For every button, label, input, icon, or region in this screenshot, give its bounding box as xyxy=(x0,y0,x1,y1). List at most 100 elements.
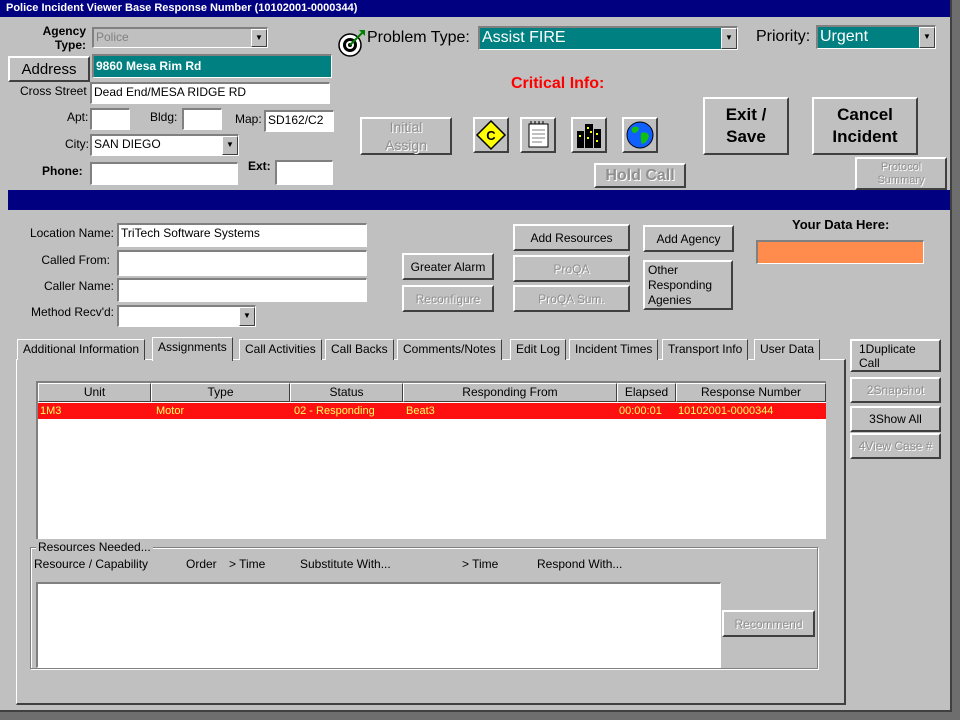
proqa-button[interactable]: ProQA xyxy=(513,255,630,282)
cell-type: Motor xyxy=(156,405,185,417)
exit-save-line1: Exit / xyxy=(725,105,767,124)
tab-call-activities[interactable]: Call Activities xyxy=(239,339,322,360)
apt-field[interactable] xyxy=(90,108,130,130)
problem-type-label: Problem Type: xyxy=(367,29,470,46)
tab-edit-log[interactable]: Edit Log xyxy=(510,339,567,360)
duplicate-call-button[interactable]: 1Duplicate Call xyxy=(850,339,941,372)
cell-responding-from: Beat3 xyxy=(406,405,435,417)
tab-incident-times[interactable]: Incident Times xyxy=(569,339,659,360)
tab-assignments[interactable]: Assignments xyxy=(152,337,233,361)
priority-value: Urgent xyxy=(820,28,869,45)
cross-street-field[interactable]: Dead End/MESA RIDGE RD xyxy=(90,82,330,104)
location-name-label: Location Name: xyxy=(29,226,114,240)
tab-additional-information[interactable]: Additional Information xyxy=(17,339,146,360)
chevron-down-icon[interactable]: ▼ xyxy=(239,307,255,326)
other-responding-line3: Agenies xyxy=(648,292,692,307)
city-select[interactable]: SAN DIEGO ▼ xyxy=(90,134,239,156)
cancel-incident-button[interactable]: Cancel Incident xyxy=(812,97,918,155)
initial-assign-line1: Initial xyxy=(389,119,423,135)
duplicate-line2: Call xyxy=(859,355,880,370)
phone-field[interactable] xyxy=(90,162,238,185)
called-from-field[interactable] xyxy=(117,250,367,276)
city-value: SAN DIEGO xyxy=(94,137,161,151)
show-all-button[interactable]: 3Show All xyxy=(850,406,941,432)
bldg-label: Bldg: xyxy=(150,110,178,124)
proqa-sum-button[interactable]: ProQA Sum. xyxy=(513,285,630,312)
column-header-responding-from[interactable]: Responding From xyxy=(403,383,617,402)
view-case-button[interactable]: 4View Case # xyxy=(850,433,941,459)
location-name-field[interactable]: TriTech Software Systems xyxy=(117,223,367,247)
table-row[interactable]: 1M3 Motor 02 - Responding Beat3 00:00:01… xyxy=(38,403,826,419)
column-header-status[interactable]: Status xyxy=(290,383,403,402)
caller-name-field[interactable] xyxy=(117,278,367,302)
bldg-field[interactable] xyxy=(182,108,222,130)
svg-text:C: C xyxy=(486,128,496,143)
priority-select[interactable]: Urgent ▼ xyxy=(816,25,936,49)
time-header-1: > Time xyxy=(229,557,266,571)
add-resources-button[interactable]: Add Resources xyxy=(513,224,630,251)
resources-needed-title: Resources Needed... xyxy=(36,540,153,554)
respond-with-header: Respond With... xyxy=(537,557,623,571)
ext-field[interactable] xyxy=(275,160,333,185)
order-header: Order xyxy=(186,557,217,571)
other-responding-line2: Responding xyxy=(648,277,713,292)
column-header-response-number[interactable]: Response Number xyxy=(676,383,826,402)
reconfigure-button[interactable]: Reconfigure xyxy=(402,285,494,312)
greater-alarm-button[interactable]: Greater Alarm xyxy=(402,253,494,280)
exit-save-button[interactable]: Exit / Save xyxy=(703,97,789,155)
address-button[interactable]: Address xyxy=(8,56,90,82)
apt-label: Apt: xyxy=(67,110,89,124)
column-header-unit[interactable]: Unit xyxy=(38,383,151,402)
snapshot-button[interactable]: 2Snapshot xyxy=(850,377,941,403)
premise-button[interactable] xyxy=(571,117,607,153)
problem-type-value: Assist FIRE xyxy=(482,29,566,46)
tab-user-data[interactable]: User Data xyxy=(754,339,821,360)
column-header-elapsed[interactable]: Elapsed xyxy=(617,383,676,402)
cell-status: 02 - Responding xyxy=(294,405,375,417)
incident-viewer-window: Police Incident Viewer Base Response Num… xyxy=(0,0,952,712)
section-divider xyxy=(8,190,950,210)
cross-street-label: Cross Street xyxy=(20,84,87,98)
called-from-label: Called From: xyxy=(41,253,110,267)
tab-transport-info[interactable]: Transport Info xyxy=(662,339,749,360)
your-data-label: Your Data Here: xyxy=(792,217,890,232)
map-lookup-button[interactable] xyxy=(622,117,658,153)
protocol-summary-line1: Protocol xyxy=(880,160,922,173)
cancel-incident-line2: Incident xyxy=(832,127,898,146)
agency-type-select[interactable]: Police ▼ xyxy=(92,27,268,48)
chevron-down-icon[interactable]: ▼ xyxy=(919,27,935,48)
exit-save-line2: Save xyxy=(726,127,766,146)
caution-c-diamond-icon: C xyxy=(475,119,507,151)
tab-comments-notes[interactable]: Comments/Notes xyxy=(397,339,502,360)
your-data-field[interactable] xyxy=(756,240,924,264)
cell-elapsed: 00:00:01 xyxy=(619,405,662,417)
map-field[interactable]: SD162/C2 xyxy=(264,110,334,132)
tab-call-backs[interactable]: Call Backs xyxy=(325,339,394,360)
resources-list[interactable] xyxy=(36,582,721,668)
notepad-icon xyxy=(528,121,549,148)
resource-capability-header: Resource / Capability xyxy=(34,557,149,571)
target-dart-icon xyxy=(338,30,365,57)
recommend-button[interactable]: Recommend xyxy=(722,610,815,637)
initial-assign-button[interactable]: Initial Assign xyxy=(360,117,452,155)
notes-button[interactable] xyxy=(520,117,556,153)
other-responding-line1: Other xyxy=(648,262,679,277)
chevron-down-icon[interactable]: ▼ xyxy=(251,29,267,47)
hold-call-button[interactable]: Hold Call xyxy=(594,163,686,188)
priority-label: Priority: xyxy=(756,28,811,45)
agency-type-label: Agency Type: xyxy=(42,24,86,52)
problem-type-select[interactable]: Assist FIRE ▼ xyxy=(478,26,738,50)
address-field[interactable]: 9860 Mesa Rim Rd xyxy=(92,54,332,78)
other-responding-agencies-button[interactable]: Other Responding Agenies xyxy=(643,260,733,310)
add-agency-button[interactable]: Add Agency xyxy=(643,225,734,252)
protocol-summary-button[interactable]: Protocol Summary xyxy=(855,157,947,190)
initial-assign-line2: Assign xyxy=(384,137,428,153)
caller-name-label: Caller Name: xyxy=(43,279,114,293)
method-recvd-select[interactable]: ▼ xyxy=(117,305,256,327)
column-header-type[interactable]: Type xyxy=(151,383,290,402)
critical-info-label: Critical Info: xyxy=(511,75,605,92)
phone-label: Phone: xyxy=(42,164,83,178)
caution-button[interactable]: C xyxy=(473,117,509,153)
chevron-down-icon[interactable]: ▼ xyxy=(721,28,737,49)
chevron-down-icon[interactable]: ▼ xyxy=(222,136,238,155)
